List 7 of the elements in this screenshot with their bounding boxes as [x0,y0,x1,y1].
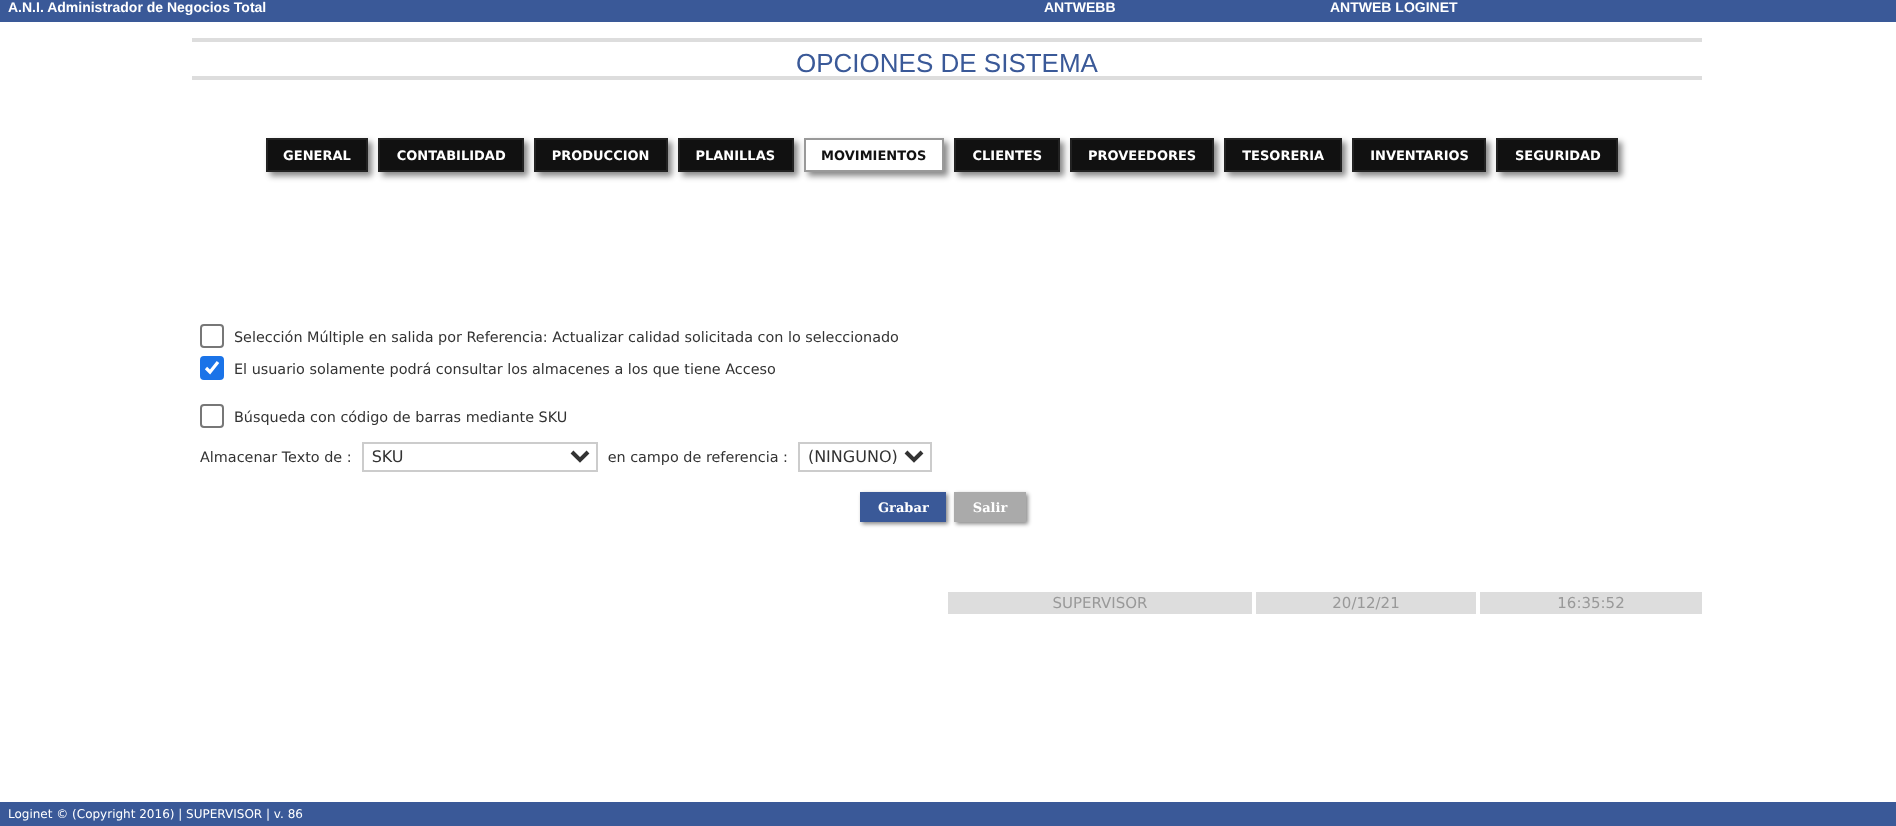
page-title: OPCIONES DE SISTEMA [796,48,1098,78]
checkbox[interactable] [200,324,224,348]
check-icon [204,360,220,376]
reference-field-select[interactable]: (NINGUNO) [797,441,932,471]
checkbox[interactable] [200,356,224,380]
checkbox[interactable] [200,404,224,428]
store-text-select[interactable]: SKU [361,441,598,471]
